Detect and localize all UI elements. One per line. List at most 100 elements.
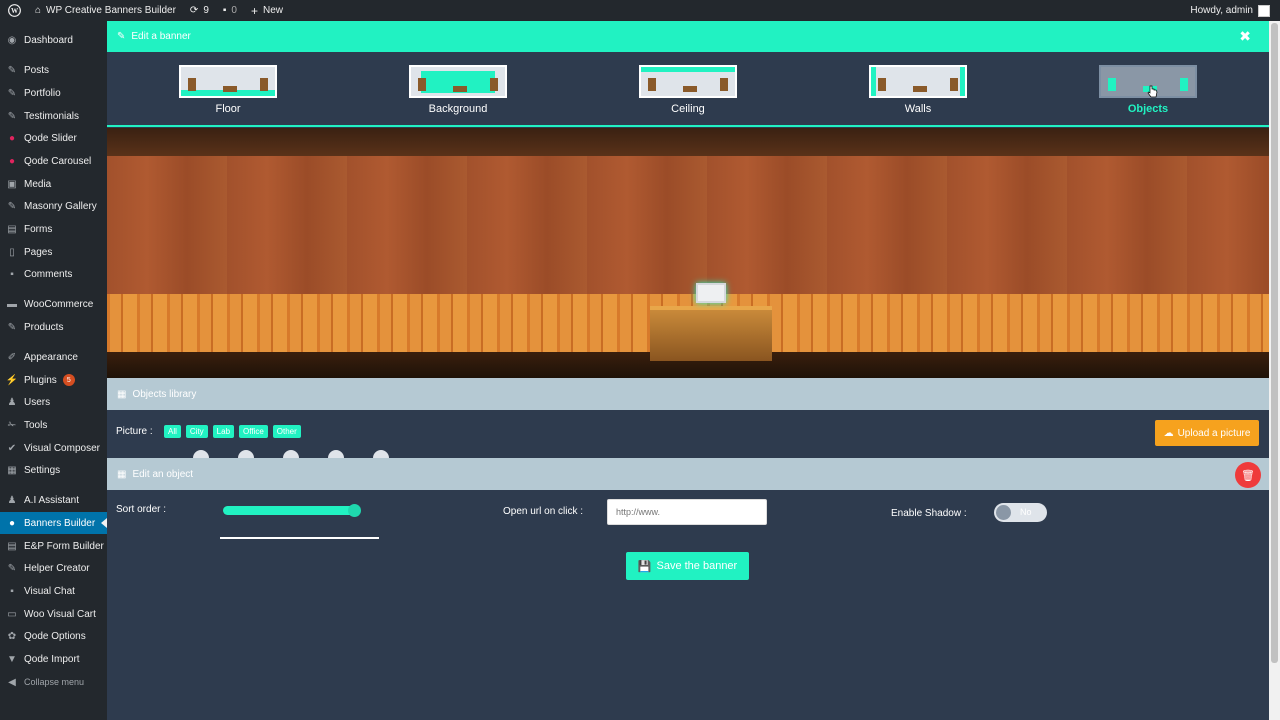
scrollbar-thumb[interactable] — [1271, 23, 1278, 663]
wall — [107, 156, 1269, 294]
divider — [220, 537, 379, 539]
sidebar-item-helper-creator[interactable]: ✎ Helper Creator — [0, 557, 107, 579]
floor-thumbnail — [179, 65, 277, 98]
delete-object-button[interactable]: 🗑 — [1235, 462, 1261, 488]
sidebar-item-tools[interactable]: ✁ Tools — [0, 414, 107, 436]
woo-icon: ▬ — [7, 298, 17, 310]
sidebar-item-products[interactable]: ✎ Products — [0, 316, 107, 338]
sidebar-item-woocommerce[interactable]: ▬ WooCommerce — [0, 293, 107, 315]
sidebar-item-visual-chat[interactable]: ▪ Visual Chat — [0, 580, 107, 602]
brush-icon: ✐ — [7, 351, 17, 363]
sidebar-item-qode-options[interactable]: ✿ Qode Options — [0, 625, 107, 647]
pin-icon: ✎ — [7, 110, 17, 122]
banner-editor: ✎ Edit a banner ✖ Floor Background Ceili… — [107, 21, 1269, 720]
collapse-menu-button[interactable]: ◀ Collapse menu — [0, 671, 107, 693]
sidebar-item-qode-import[interactable]: ▼ Qode Import — [0, 648, 107, 670]
library-thumbnail[interactable] — [238, 450, 254, 458]
tab-objects[interactable]: Objects — [1099, 65, 1197, 115]
account-menu[interactable]: Howdy, admin — [1190, 0, 1270, 21]
filter-lab[interactable]: Lab — [212, 425, 235, 438]
slider-handle[interactable] — [348, 504, 361, 517]
sidebar-item-label: Settings — [24, 464, 61, 476]
new-link[interactable]: + New — [251, 4, 283, 18]
library-thumbnails[interactable] — [107, 450, 1269, 458]
upload-picture-button[interactable]: ☁ Upload a picture — [1155, 420, 1259, 446]
sidebar-item-media[interactable]: ▣ Media — [0, 173, 107, 195]
edit-object-header[interactable]: ▦ Edit an object 🗑 — [107, 458, 1269, 490]
library-thumbnail[interactable] — [373, 450, 389, 458]
update-count-badge: 5 — [62, 374, 75, 386]
filter-city[interactable]: City — [185, 425, 208, 438]
background-thumbnail — [409, 65, 507, 98]
tab-label: Walls — [904, 103, 932, 115]
sidebar-item-users[interactable]: ♟ Users — [0, 391, 107, 413]
tab-background[interactable]: Background — [409, 65, 507, 115]
sidebar-item-testimonials[interactable]: ✎ Testimonials — [0, 105, 107, 127]
edit-object-panel: Sort order : Open url on click : Enable … — [107, 490, 1269, 720]
banner-preview[interactable] — [107, 128, 1269, 378]
upload-icon: ☁ — [1163, 427, 1174, 439]
shadow-toggle[interactable]: No — [994, 503, 1047, 522]
tab-ceiling[interactable]: Ceiling — [639, 65, 737, 115]
updates-link[interactable]: ⟳ 9 — [190, 5, 209, 16]
sidebar-item-label: Woo Visual Cart — [24, 608, 96, 620]
comments-link[interactable]: ▪ 0 — [223, 5, 237, 16]
sidebar-item-label: Testimonials — [24, 110, 80, 122]
sidebar-item-qode-carousel[interactable]: ● Qode Carousel — [0, 150, 107, 172]
library-thumbnail[interactable] — [283, 450, 299, 458]
sidebar-item-label: Visual Composer — [24, 442, 100, 454]
sidebar-item-comments[interactable]: ▪ Comments — [0, 263, 107, 285]
library-thumbnail[interactable] — [193, 450, 209, 458]
enable-shadow-label: Enable Shadow : — [891, 508, 967, 519]
sidebar-item-masonry-gallery[interactable]: ✎ Masonry Gallery — [0, 195, 107, 217]
url-input[interactable] — [607, 499, 767, 525]
sidebar-item-settings[interactable]: ▦ Settings — [0, 459, 107, 481]
sidebar-item-woo-visual-cart[interactable]: ▭ Woo Visual Cart — [0, 603, 107, 625]
sidebar-item-plugins[interactable]: ⚡ Plugins 5 — [0, 369, 107, 391]
sidebar-item-qode-slider[interactable]: ● Qode Slider — [0, 127, 107, 149]
sidebar-item-banners-builder[interactable]: ● Banners Builder — [0, 512, 107, 534]
upload-label: Upload a picture — [1177, 427, 1251, 439]
sidebar-item-a-i-assistant[interactable]: ♟ A.I Assistant — [0, 489, 107, 511]
wrench-icon: ✁ — [7, 419, 17, 431]
objects-library-header[interactable]: ▦ Objects library — [107, 378, 1269, 410]
filter-office[interactable]: Office — [239, 425, 268, 438]
close-icon[interactable]: ✖ — [1239, 28, 1251, 45]
desk-object[interactable] — [650, 306, 772, 361]
pin-icon: ✎ — [7, 200, 17, 212]
sidebar-item-posts[interactable]: ✎ Posts — [0, 59, 107, 81]
sidebar-item-label: WooCommerce — [24, 298, 94, 310]
dashboard-icon: ◉ — [7, 34, 17, 46]
home-icon: ⌂ — [35, 5, 42, 16]
new-label: New — [263, 5, 284, 16]
sort-order-slider[interactable] — [223, 504, 361, 517]
filter-other[interactable]: Other — [272, 425, 301, 438]
computer-object[interactable] — [696, 283, 726, 303]
pencil-icon: ✎ — [117, 31, 126, 42]
sidebar-item-label: Appearance — [24, 351, 78, 363]
sidebar-item-portfolio[interactable]: ✎ Portfolio — [0, 82, 107, 104]
tab-floor[interactable]: Floor — [179, 65, 277, 115]
save-banner-button[interactable]: 💾 Save the banner — [626, 552, 749, 580]
filter-all[interactable]: All — [164, 425, 181, 438]
open-url-label: Open url on click : — [503, 506, 584, 517]
site-name-link[interactable]: ⌂ WP Creative Banners Builder — [35, 5, 176, 16]
sidebar-item-label: Pages — [24, 246, 53, 258]
admin-sidebar: ◉ Dashboard ✎ Posts ✎ Portfolio ✎ Testimonials ●… — [0, 21, 107, 720]
sidebar-item-label: Helper Creator — [24, 562, 90, 574]
svg-text:W: W — [11, 7, 19, 15]
sidebar-item-forms[interactable]: ▤ Forms — [0, 218, 107, 240]
sidebar-item-visual-composer[interactable]: ✔ Visual Composer — [0, 437, 107, 459]
tab-walls[interactable]: Walls — [869, 65, 967, 115]
page-scrollbar[interactable] — [1269, 21, 1280, 720]
edit-banner-header: ✎ Edit a banner ✖ — [107, 21, 1269, 52]
sidebar-item-e-p-form-builder[interactable]: ▤ E&P Form Builder — [0, 535, 107, 557]
sidebar-item-dashboard[interactable]: ◉ Dashboard — [0, 29, 107, 51]
sidebar-item-appearance[interactable]: ✐ Appearance — [0, 346, 107, 368]
sidebar-item-label: A.I Assistant — [24, 494, 80, 506]
library-thumbnail[interactable] — [328, 450, 344, 458]
sidebar-item-pages[interactable]: ▯ Pages — [0, 241, 107, 263]
wordpress-logo-icon[interactable]: W — [8, 4, 21, 17]
user-icon: ♟ — [7, 396, 17, 408]
sidebar-item-label: Comments — [24, 268, 73, 280]
